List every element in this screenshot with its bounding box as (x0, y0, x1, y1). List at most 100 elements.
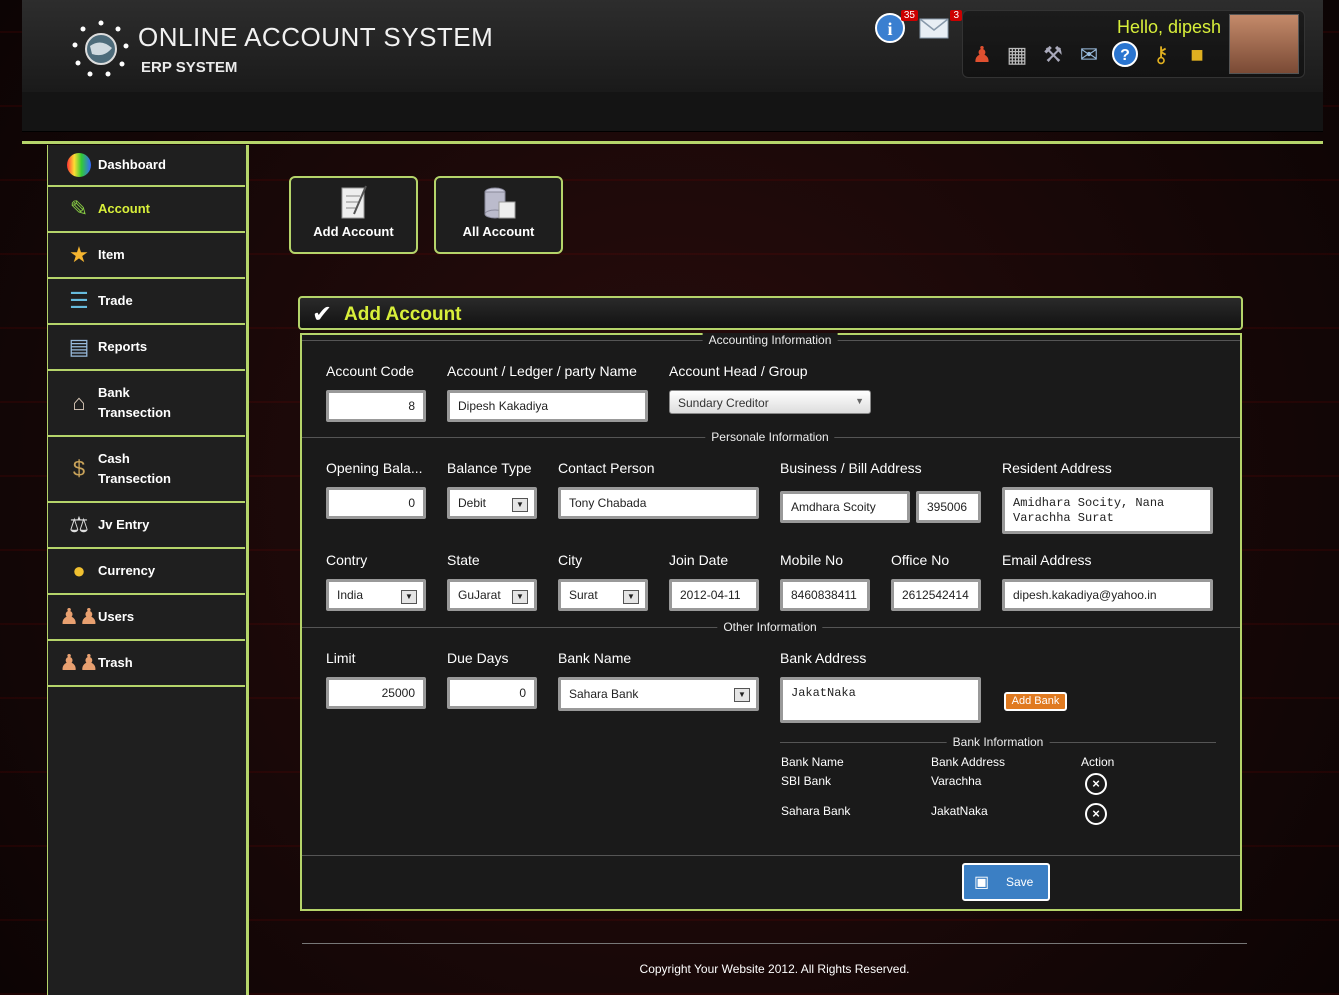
office-input[interactable]: 2612542414 (891, 579, 981, 611)
balance-type-select[interactable]: Debit ▼ (447, 487, 537, 519)
bank-name-value: Sahara Bank (569, 687, 639, 701)
greeting: Hello, dipesh (1117, 17, 1222, 37)
panel-title: Add Account (344, 304, 462, 325)
sidebar-item-bank-transection[interactable]: ⌂ Bank Transection (48, 371, 245, 437)
sidebar-item-trade[interactable]: ☰ Trade (48, 279, 245, 325)
email-input[interactable]: dipesh.kakadiya@yahoo.in (1002, 579, 1213, 611)
account-code-input[interactable]: 8 (326, 390, 426, 422)
bank-address-label: Bank Address (780, 650, 867, 666)
city-value: Surat (569, 588, 598, 602)
bank-name-select[interactable]: Sahara Bank ▼ (558, 677, 759, 711)
money-bag-icon: $ (72, 456, 86, 481)
add-account-button[interactable]: Add Account (289, 176, 418, 254)
sidebar-item-account[interactable]: ✎ Account (48, 187, 245, 233)
help-icon[interactable]: ? (1111, 40, 1139, 70)
state-label: State (447, 552, 480, 568)
info-count-badge: 35 (900, 10, 918, 21)
panel-header: ✔ Add Account (298, 296, 1243, 330)
scale-icon: ⚖ (69, 512, 89, 537)
bank-table-header-action: Action (1081, 755, 1115, 769)
all-account-button[interactable]: All Account (434, 176, 563, 254)
bank-row-name: Sahara Bank (781, 804, 851, 818)
sidebar: Dashboard ✎ Account ★ Item ☰ Trade ▤ Reports… (47, 145, 246, 995)
sidebar-item-label: Reports (98, 339, 148, 354)
sidebar-item-trash[interactable]: ♟♟ Trash (48, 641, 245, 687)
bank-row-address: Varachha (931, 774, 982, 788)
sidebar-item-item[interactable]: ★ Item (48, 233, 245, 279)
svg-text:?: ? (1120, 47, 1130, 64)
business-address-label: Business / Bill Address (780, 460, 922, 476)
coins-icon: ● (72, 558, 86, 583)
profile-icon[interactable]: ♟ (968, 40, 996, 70)
bank-row-address: JakatNaka (931, 804, 988, 818)
sidebar-item-cash-transection[interactable]: $ Cash Transection (48, 437, 245, 503)
chevron-down-icon: ▼ (855, 396, 864, 406)
sidebar-item-label: Currency (98, 563, 156, 578)
bank-address-textarea[interactable]: JakatNaka (780, 677, 981, 723)
delete-bank-close-icon[interactable]: × (1085, 803, 1107, 825)
section-personal-title: Personale Information (705, 430, 835, 444)
due-days-input[interactable]: 0 (447, 677, 537, 709)
sidebar-item-dashboard[interactable]: Dashboard (48, 145, 245, 187)
sidebar-item-label: Trash (98, 655, 133, 670)
country-select[interactable]: India ▼ (326, 579, 426, 611)
bank-name-label: Bank Name (558, 650, 632, 666)
state-value: GuJarat (458, 588, 501, 602)
key-icon[interactable]: ⚷ (1147, 40, 1175, 70)
join-date-input[interactable]: 2012-04-11 (669, 579, 759, 611)
mail-count-badge: 3 (950, 10, 962, 21)
database-icon (436, 184, 561, 224)
sidebar-item-currency[interactable]: ● Currency (48, 549, 245, 595)
due-days-label: Due Days (447, 650, 509, 666)
add-bank-button[interactable]: Add Bank (1004, 692, 1067, 711)
pincode-input[interactable]: 395006 (916, 491, 981, 523)
email-label: Email Address (1002, 552, 1092, 568)
app-title: ONLINE ACCOUNT SYSTEM (138, 22, 494, 52)
tools-icon[interactable]: ⚒ (1039, 40, 1067, 70)
bank-row-name: SBI Bank (781, 774, 832, 788)
app-subtitle: ERP SYSTEM (141, 59, 238, 76)
opening-balance-input[interactable]: 0 (326, 487, 426, 519)
globe-logo-icon (70, 18, 132, 80)
users-icon: ♟♟ (59, 604, 99, 629)
sidebar-item-label: Bank Transection (98, 385, 171, 420)
sidebar-item-label: Dashboard (98, 157, 166, 172)
ledger-name-label: Account / Ledger / party Name (447, 363, 637, 379)
save-button[interactable]: ▣ Save (962, 863, 1050, 901)
info-notification-button[interactable]: i 35 (874, 10, 918, 44)
avatar[interactable] (1229, 14, 1299, 74)
sidebar-item-users[interactable]: ♟♟ Users (48, 595, 245, 641)
lock-icon[interactable]: ■ (1183, 40, 1211, 70)
svg-text:i: i (887, 19, 892, 39)
ledger-name-input[interactable]: Dipesh Kakadiya (447, 390, 648, 422)
delete-bank-close-icon[interactable]: × (1085, 773, 1107, 795)
resident-address-textarea[interactable]: Amidhara Socity, Nana Varachha Surat (1002, 487, 1213, 534)
state-select[interactable]: GuJarat ▼ (447, 579, 537, 611)
city-select[interactable]: Surat ▼ (558, 579, 648, 611)
bank-info-title: Bank Information (946, 735, 1050, 749)
business-address-input[interactable]: Amdhara Scoity (780, 491, 910, 523)
chevron-down-icon: ▼ (512, 498, 528, 512)
opening-balance-label: Opening Bala... (326, 460, 423, 476)
sidebar-item-label: Users (98, 609, 135, 624)
account-head-select[interactable]: Sundary Creditor ▼ (669, 390, 871, 414)
limit-input[interactable]: 25000 (326, 677, 426, 709)
mail-notification-button[interactable]: 3 (918, 10, 962, 44)
sidebar-item-label: Jv Entry (98, 517, 150, 532)
office-label: Office No (891, 552, 950, 568)
sidebar-item-reports[interactable]: ▤ Reports (48, 325, 245, 371)
edit-sheet-icon[interactable]: ▦ (1003, 40, 1031, 70)
contact-person-input[interactable]: Tony Chabada (558, 487, 759, 519)
floppy-disk-icon: ▣ (974, 874, 990, 891)
mail-forward-icon[interactable]: ✉ (1075, 40, 1103, 70)
city-label: City (558, 552, 583, 568)
bank-table-header-name: Bank Name (781, 755, 844, 769)
limit-label: Limit (326, 650, 356, 666)
join-date-label: Join Date (669, 552, 729, 568)
resident-address-label: Resident Address (1002, 460, 1112, 476)
section-other-title: Other Information (717, 620, 823, 634)
mobile-input[interactable]: 8460838411 (780, 579, 870, 611)
sidebar-item-jv-entry[interactable]: ⚖ Jv Entry (48, 503, 245, 549)
header-subbar (22, 92, 1323, 132)
bank-icon: ⌂ (72, 390, 86, 415)
